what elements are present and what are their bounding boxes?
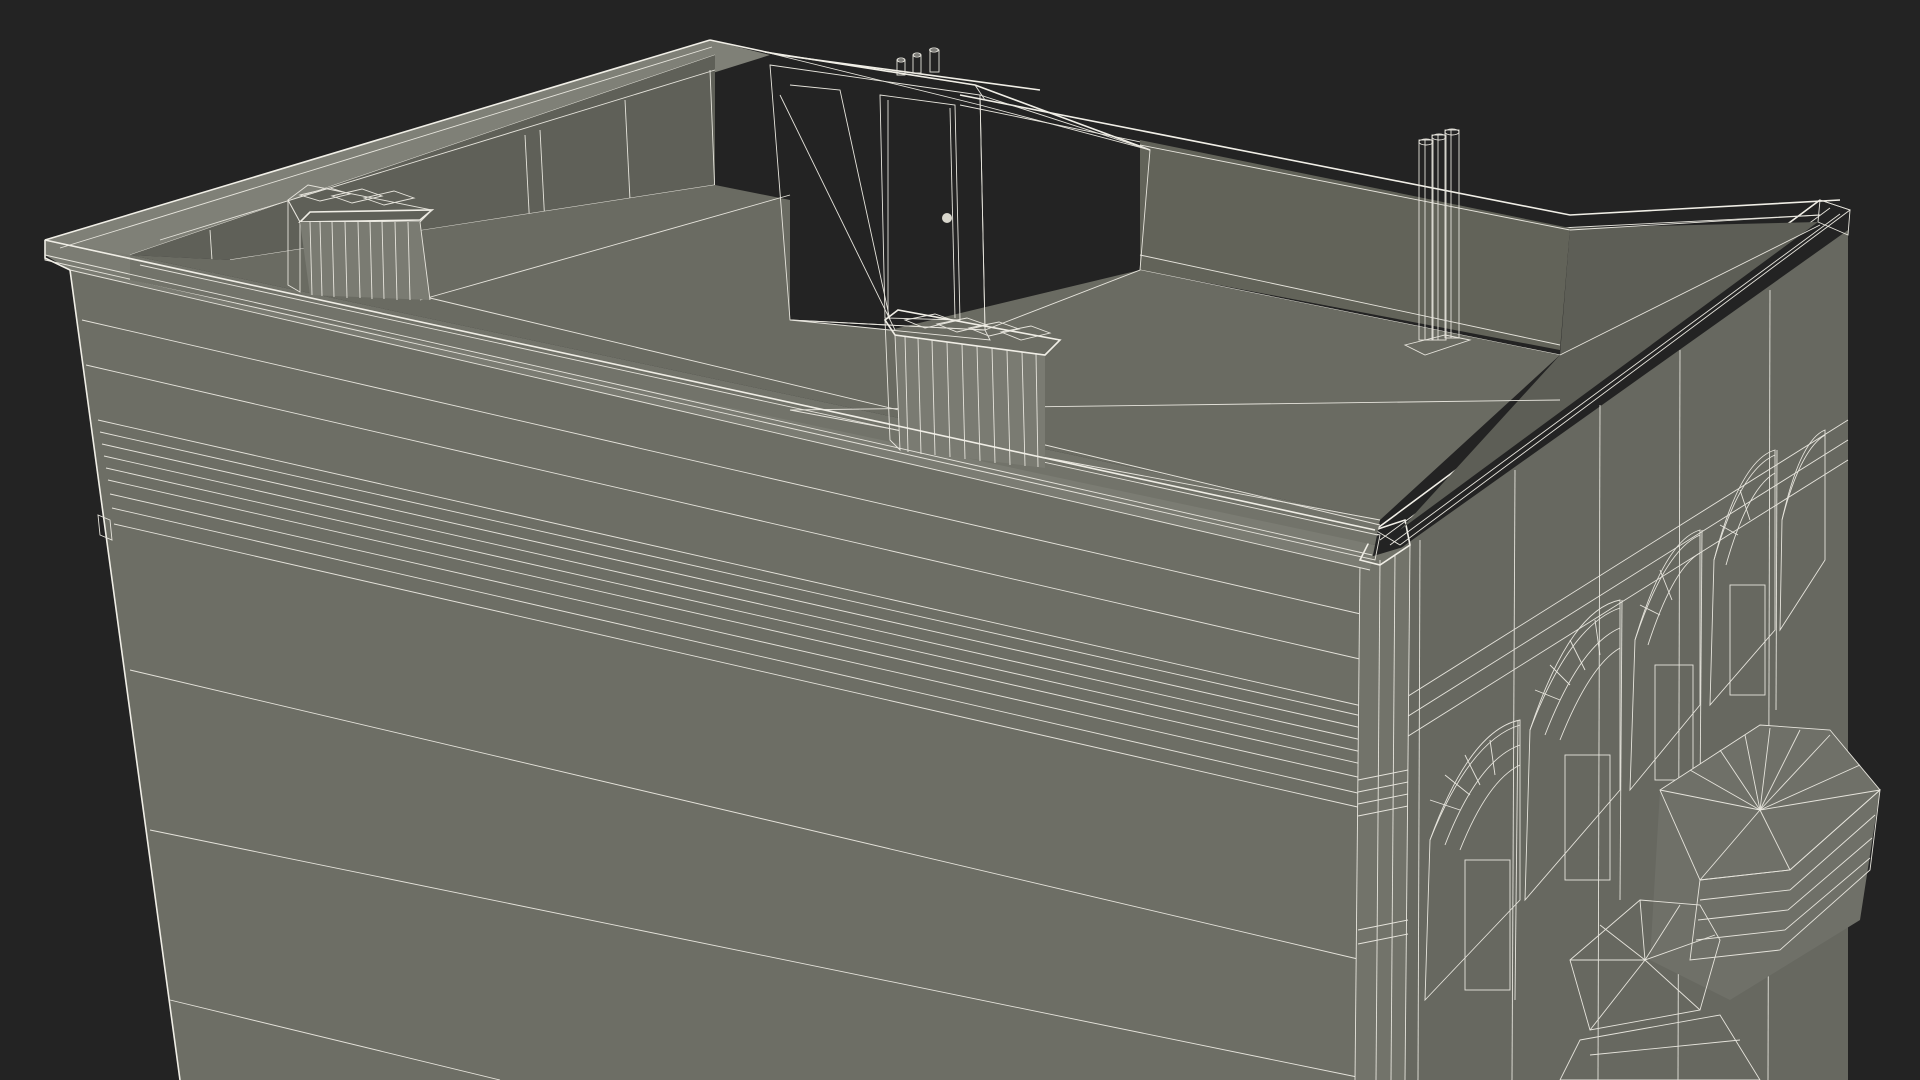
- roof-door: [879, 94, 961, 321]
- building-wireframe-render: [44, 39, 1881, 1080]
- corner-pillar: [1354, 544, 1411, 1080]
- 3d-viewport[interactable]: [0, 0, 1920, 1080]
- door-knob-icon: [942, 213, 952, 223]
